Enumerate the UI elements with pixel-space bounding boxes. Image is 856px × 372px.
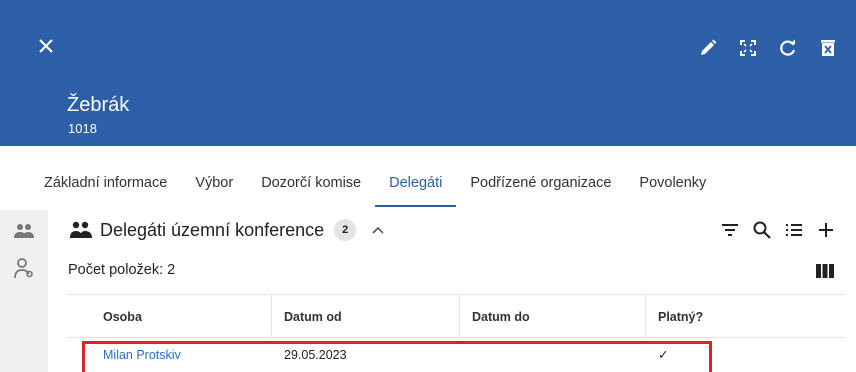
tab-dozorci-komise[interactable]: Dozorčí komise xyxy=(247,163,375,207)
header-actions xyxy=(688,34,848,62)
detail-header: Žebrák 1018 xyxy=(0,0,856,146)
column-header-platny[interactable]: Platný? xyxy=(646,295,846,337)
left-rail xyxy=(0,210,48,372)
add-button[interactable] xyxy=(810,218,842,242)
tab-zakladni-informace[interactable]: Základní informace xyxy=(30,163,181,207)
chevron-up-icon xyxy=(372,226,384,234)
tab-podrizene-organizace[interactable]: Podřízené organizace xyxy=(456,163,625,207)
delete-button[interactable] xyxy=(808,34,848,62)
rail-group-button[interactable] xyxy=(13,220,35,242)
filter-button[interactable] xyxy=(714,218,746,242)
page-title: Žebrák xyxy=(67,94,130,116)
group-icon xyxy=(14,224,34,238)
edit-button[interactable] xyxy=(688,34,728,62)
column-header-datum-do[interactable]: Datum do xyxy=(460,295,646,337)
list-icon xyxy=(786,224,802,236)
columns-button[interactable] xyxy=(814,262,836,280)
page-subtitle: 1018 xyxy=(68,121,97,136)
column-header-osoba[interactable]: Osoba xyxy=(66,295,272,337)
count-badge: 2 xyxy=(334,219,357,241)
collapse-button[interactable] xyxy=(368,220,388,240)
item-count: Počet položek: 2 xyxy=(68,262,176,278)
columns-icon xyxy=(816,264,834,278)
close-button[interactable] xyxy=(34,34,58,58)
table-row[interactable]: Milan Protskiv 29.05.2023 ✓ xyxy=(66,338,846,372)
cell-datum-do xyxy=(460,338,646,372)
person-link[interactable]: Milan Protskiv xyxy=(66,338,272,372)
cell-platny: ✓ xyxy=(658,348,669,362)
table-header: Osoba Datum od Datum do Platný? xyxy=(66,294,846,338)
column-header-datum-od[interactable]: Datum od xyxy=(272,295,460,337)
group-icon xyxy=(70,221,92,238)
list-view-button[interactable] xyxy=(778,218,810,242)
cell-datum-od: 29.05.2023 xyxy=(284,348,347,362)
search-button[interactable] xyxy=(746,218,778,242)
tab-povolenky[interactable]: Povolenky xyxy=(625,163,720,207)
fullscreen-button[interactable] xyxy=(728,34,768,62)
panel-actions xyxy=(714,218,842,242)
panel-title: Delegáti územní konference xyxy=(100,219,325,240)
fullscreen-icon xyxy=(740,40,756,56)
plus-icon xyxy=(819,223,833,237)
tab-vybor[interactable]: Výbor xyxy=(181,163,247,207)
pencil-icon xyxy=(701,39,717,55)
refresh-icon xyxy=(780,39,796,56)
panel-header: Delegáti územní konference 2 xyxy=(70,216,388,244)
tab-bar: Základní informace Výbor Dozorčí komise … xyxy=(30,163,720,207)
refresh-button[interactable] xyxy=(768,34,808,62)
search-icon xyxy=(753,221,771,239)
delete-icon xyxy=(821,40,835,56)
tab-delegati[interactable]: Delegáti xyxy=(375,163,457,207)
delegates-table: Osoba Datum od Datum do Platný? Milan Pr… xyxy=(66,294,846,372)
rail-person-button[interactable] xyxy=(13,258,35,280)
close-icon xyxy=(39,39,53,53)
filter-icon xyxy=(722,224,738,236)
person-outline-icon xyxy=(14,258,33,279)
